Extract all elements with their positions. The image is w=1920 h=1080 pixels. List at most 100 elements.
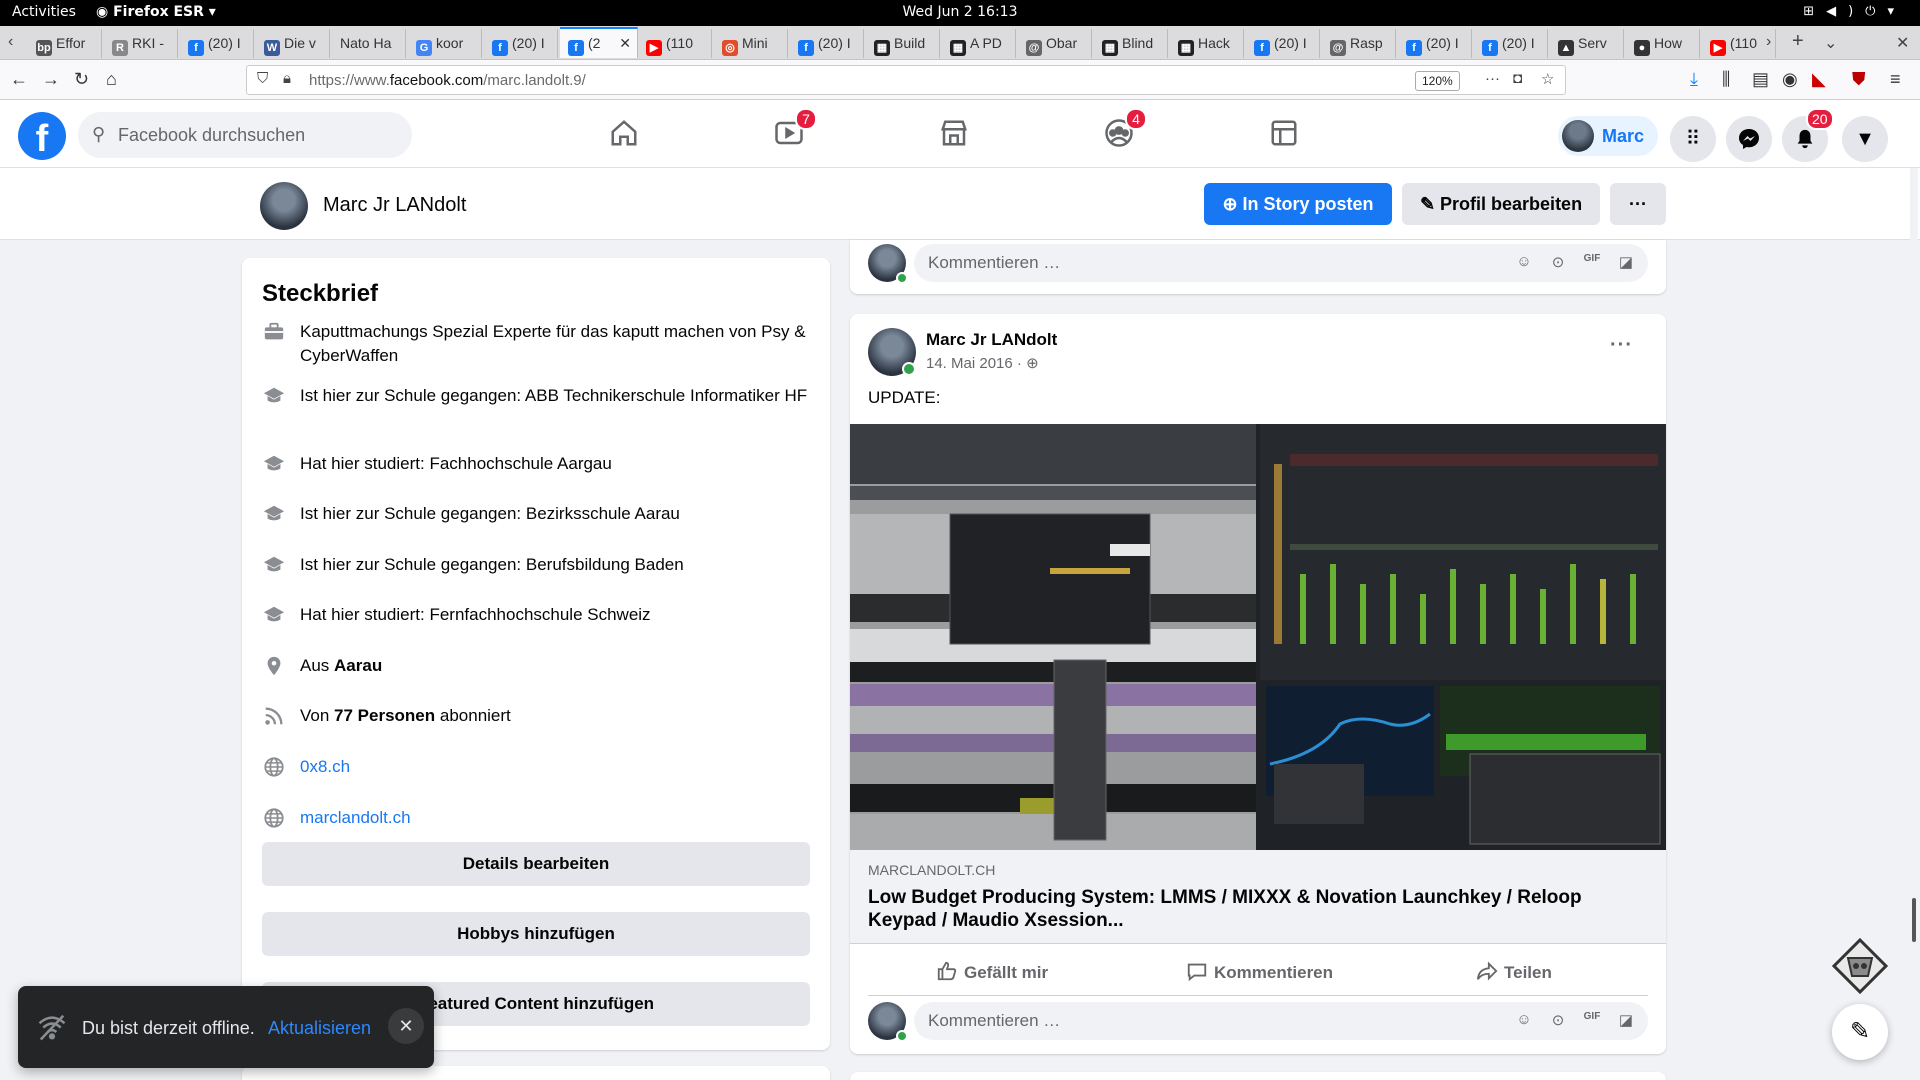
- pocket-icon[interactable]: ◘: [1513, 70, 1522, 87]
- globe-audience-icon[interactable]: ⊕: [1026, 355, 1039, 372]
- downloads-icon[interactable]: ⤓: [1690, 69, 1698, 90]
- messenger-button[interactable]: [1726, 116, 1772, 162]
- profile-avatar[interactable]: [260, 182, 308, 230]
- browser-tab[interactable]: ◎ Mini: [714, 29, 788, 58]
- shield-icon[interactable]: ⛉: [257, 70, 268, 87]
- website-link[interactable]: marclandolt.ch: [300, 806, 820, 830]
- close-window-icon[interactable]: ✕: [1896, 33, 1909, 53]
- account-menu-button[interactable]: ▼: [1842, 116, 1888, 162]
- comment-input[interactable]: [928, 250, 1428, 276]
- edit-details-button[interactable]: Details bearbeiten: [262, 842, 810, 886]
- url-bar[interactable]: ⛉ 🔒︎ https://www.facebook.com/marc.lando…: [246, 65, 1566, 95]
- website-link[interactable]: 0x8.ch: [300, 755, 820, 779]
- sticker-icon[interactable]: ◪: [1616, 1011, 1636, 1031]
- gif-icon[interactable]: GIF: [1582, 1011, 1602, 1031]
- menu-grid-button[interactable]: ⠿: [1670, 116, 1716, 162]
- notifications-button[interactable]: 20: [1782, 108, 1834, 162]
- nav-gaming[interactable]: [1254, 112, 1314, 156]
- browser-tab[interactable]: ▦ A PD: [942, 29, 1016, 58]
- profile-name[interactable]: Marc Jr LANdolt: [323, 194, 466, 217]
- nav-marketplace[interactable]: [924, 112, 984, 156]
- new-message-button[interactable]: ✎: [1832, 1004, 1888, 1060]
- browser-tab[interactable]: W Die v: [256, 29, 330, 58]
- tab-scroll-right-icon[interactable]: ›: [1766, 33, 1771, 51]
- browser-tab[interactable]: ▶ (110: [638, 29, 712, 58]
- emoji-icon[interactable]: ☺: [1514, 1011, 1534, 1031]
- nav-watch[interactable]: 7: [759, 108, 819, 156]
- clock[interactable]: Wed Jun 2 16:13: [0, 4, 1920, 20]
- lock-icon[interactable]: 🔒︎: [283, 70, 291, 87]
- comment-box[interactable]: ☺ ⊙ GIF ◪: [914, 1002, 1648, 1040]
- new-tab-icon[interactable]: +: [1792, 30, 1804, 53]
- scrollbar-thumb[interactable]: [1912, 898, 1916, 942]
- emoji-icon[interactable]: ☺: [1514, 253, 1534, 273]
- location-value[interactable]: Aarau: [334, 656, 382, 675]
- system-tray[interactable]: ⊞◀)⏻▾: [1803, 4, 1906, 19]
- link-preview[interactable]: MARCLANDOLT.CH Low Budget Producing Syst…: [850, 850, 1666, 944]
- browser-tab[interactable]: f (20) I: [790, 29, 864, 58]
- comment-box[interactable]: ☺ ⊙ GIF ◪: [914, 244, 1648, 282]
- edit-profile-button[interactable]: ✎ Profil bearbeiten: [1402, 183, 1600, 225]
- comment-button[interactable]: Kommentieren: [1186, 960, 1333, 983]
- browser-tab[interactable]: ▦ Hack: [1170, 29, 1244, 58]
- camera-icon[interactable]: ⊙: [1548, 1011, 1568, 1031]
- floating-extension-icon[interactable]: [1830, 936, 1890, 996]
- account-icon[interactable]: ◉: [1782, 69, 1798, 90]
- zoom-level[interactable]: 120%: [1415, 71, 1460, 91]
- camera-icon[interactable]: ⊙: [1548, 253, 1568, 273]
- add-hobbies-button[interactable]: Hobbys hinzufügen: [262, 912, 810, 956]
- close-icon[interactable]: ✕: [388, 1008, 424, 1044]
- page-actions-icon[interactable]: ···: [1485, 70, 1500, 87]
- browser-tab[interactable]: ▲ Serv: [1550, 29, 1624, 58]
- browser-tab[interactable]: f (20) I: [1246, 29, 1320, 58]
- browser-tab[interactable]: @ Obar: [1018, 29, 1092, 58]
- followers-count[interactable]: 77 Personen: [334, 706, 435, 725]
- post-author-avatar[interactable]: [868, 328, 916, 376]
- add-to-story-button[interactable]: ⊕ In Story posten: [1204, 183, 1392, 225]
- browser-tab[interactable]: Nato Ha: [332, 29, 406, 58]
- browser-tab[interactable]: ▶ (110: [1702, 29, 1776, 58]
- browser-tab[interactable]: f (2 ✕: [560, 27, 638, 58]
- browser-tab[interactable]: f (20) I: [1398, 29, 1472, 58]
- home-icon[interactable]: ⌂: [106, 69, 117, 90]
- close-tab-icon[interactable]: ✕: [619, 35, 631, 52]
- search-input[interactable]: [118, 120, 398, 150]
- back-icon[interactable]: ←: [10, 69, 28, 90]
- post-author-name[interactable]: Marc Jr LANdolt: [926, 330, 1057, 350]
- ublock-icon[interactable]: ⛊: [1852, 69, 1866, 90]
- browser-tab[interactable]: @ Rasp: [1322, 29, 1396, 58]
- browser-tab[interactable]: ● How: [1626, 29, 1700, 58]
- library-icon[interactable]: ⫼: [1722, 69, 1730, 90]
- post-date[interactable]: 14. Mai 2016: [926, 355, 1013, 372]
- reload-icon[interactable]: ↻: [74, 69, 89, 90]
- tab-scroll-left-icon[interactable]: ‹: [8, 33, 13, 51]
- browser-tab[interactable]: ▦ Blind: [1094, 29, 1168, 58]
- browser-tab[interactable]: f (20) I: [484, 29, 558, 58]
- sticker-icon[interactable]: ◪: [1616, 253, 1636, 273]
- facebook-logo-icon[interactable]: f: [18, 112, 66, 160]
- sidebar-icon[interactable]: ▤: [1752, 69, 1769, 90]
- browser-tab[interactable]: ▦ Build: [866, 29, 940, 58]
- like-button[interactable]: Gefällt mir: [936, 960, 1048, 983]
- extension-icon[interactable]: ◣: [1812, 69, 1826, 90]
- share-button[interactable]: Teilen: [1476, 960, 1552, 983]
- list-tabs-icon[interactable]: ⌄: [1824, 33, 1837, 53]
- browser-tab[interactable]: R RKI -: [104, 29, 178, 58]
- browser-tab[interactable]: f (20) I: [180, 29, 254, 58]
- browser-tab[interactable]: Gkoor: [408, 29, 482, 58]
- bookmark-star-icon[interactable]: ☆: [1541, 70, 1554, 88]
- url-text[interactable]: https://www.facebook.com/marc.landolt.9/: [309, 72, 586, 89]
- nav-groups[interactable]: 4: [1089, 108, 1149, 156]
- post-image[interactable]: i: [850, 424, 1666, 850]
- forward-icon[interactable]: →: [42, 69, 60, 90]
- browser-tab[interactable]: f (20) I: [1474, 29, 1548, 58]
- profile-more-button[interactable]: ···: [1610, 183, 1666, 225]
- menu-icon[interactable]: ≡: [1890, 69, 1901, 90]
- post-options-icon[interactable]: ···: [1610, 334, 1633, 357]
- profile-shortcut[interactable]: Marc: [1558, 116, 1658, 156]
- refresh-link[interactable]: Aktualisieren: [268, 1018, 371, 1039]
- search-box[interactable]: ⚲: [78, 112, 412, 158]
- nav-home[interactable]: [594, 112, 654, 156]
- comment-input[interactable]: [928, 1008, 1428, 1034]
- browser-tab[interactable]: bp Effor: [28, 29, 102, 58]
